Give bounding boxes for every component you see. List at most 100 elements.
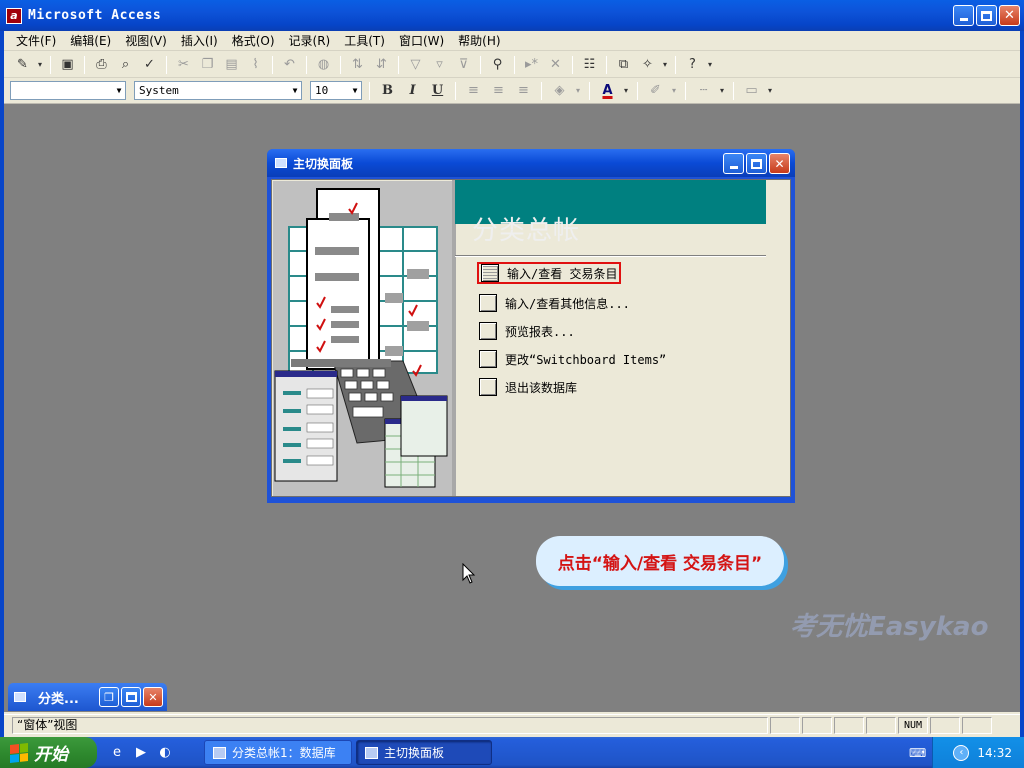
print-preview-icon[interactable]: ⌕	[115, 54, 136, 75]
taskbar-item-database[interactable]: 分类总帐1：数据库	[204, 740, 352, 765]
show-desktop-icon[interactable]: ◐	[156, 743, 174, 761]
help-dropdown-icon[interactable]: ▾	[706, 54, 714, 75]
bold-button[interactable]: B	[377, 80, 398, 101]
line-color-icon[interactable]: ✐	[645, 80, 666, 101]
object-combo[interactable]: ▼	[10, 81, 126, 100]
form-maximize-button[interactable]	[746, 153, 767, 174]
align-left-icon[interactable]: ≡	[463, 80, 484, 101]
align-center-icon[interactable]: ≡	[488, 80, 509, 101]
switchboard-item-button[interactable]	[479, 378, 497, 396]
keyboard-icon[interactable]: ⌨	[909, 746, 926, 760]
maximize-button[interactable]	[976, 5, 997, 26]
special-effect-dropdown-icon[interactable]: ▾	[766, 80, 774, 101]
print-icon[interactable]: ⎙	[91, 54, 112, 75]
instruction-callout-text: 点击“输入/查看 交易条目”	[557, 553, 763, 574]
sort-ascending-icon[interactable]: ⇅	[347, 54, 368, 75]
menu-insert[interactable]: 插入(I)	[181, 32, 218, 49]
chevron-down-icon: ▼	[116, 86, 122, 95]
font-size-combo[interactable]: 10 ▼	[310, 81, 362, 100]
toolbar-separator	[572, 55, 573, 74]
filter-by-form-icon[interactable]: ▿	[429, 54, 450, 75]
switchboard-item-button[interactable]	[479, 294, 497, 312]
watermark-logo: 考无忧Easykao	[790, 612, 989, 642]
minimize-button[interactable]	[953, 5, 974, 26]
menu-bar: 文件(F) 编辑(E) 视图(V) 插入(I) 格式(O) 记录(R) 工具(T…	[4, 31, 1020, 51]
menu-help[interactable]: 帮助(H)	[458, 32, 500, 49]
menu-format[interactable]: 格式(O)	[232, 32, 275, 49]
paste-icon[interactable]: ▤	[221, 54, 242, 75]
properties-icon[interactable]: ☷	[579, 54, 600, 75]
switchboard-item-button[interactable]	[479, 322, 497, 340]
filter-by-selection-icon[interactable]: ▽	[405, 54, 426, 75]
help-icon[interactable]: ?	[682, 54, 703, 75]
app-titlebar[interactable]: a Microsoft Access ✕	[0, 0, 1024, 31]
tray-expand-icon[interactable]: ‹	[953, 744, 970, 761]
switchboard-item-button[interactable]	[479, 350, 497, 368]
underline-button[interactable]: U	[427, 80, 448, 101]
switchboard-body: 分类总帐 输入/查看 交易条目 输入/查看其他信息... 预览报表... 更改“…	[271, 179, 791, 497]
app-title: Microsoft Access	[28, 8, 162, 23]
access-app-icon[interactable]: a	[6, 7, 22, 24]
line-width-icon[interactable]: ┄	[693, 80, 714, 101]
view-design-icon[interactable]: ✎	[12, 54, 33, 75]
new-object-dropdown-icon[interactable]: ▾	[661, 54, 669, 75]
database-window-icon[interactable]: ⧉	[613, 54, 634, 75]
font-color-icon[interactable]: A	[597, 80, 618, 101]
start-button[interactable]: 开始	[0, 737, 97, 768]
menu-edit[interactable]: 编辑(E)	[70, 32, 111, 49]
switchboard-item-other-info[interactable]: 输入/查看其他信息...	[477, 292, 632, 314]
save-icon[interactable]: ▣	[57, 54, 78, 75]
new-object-icon[interactable]: ✧	[637, 54, 658, 75]
cut-icon[interactable]: ✂	[173, 54, 194, 75]
format-painter-icon[interactable]: ⌇	[245, 54, 266, 75]
switchboard-item-button[interactable]	[481, 264, 499, 282]
fill-color-icon[interactable]: ◈	[549, 80, 570, 101]
new-record-icon[interactable]: ▸*	[521, 54, 542, 75]
status-indicator	[930, 717, 960, 734]
align-right-icon[interactable]: ≡	[513, 80, 534, 101]
form-minimize-button[interactable]	[723, 153, 744, 174]
toolbar-separator	[606, 55, 607, 74]
minimized-database-window[interactable]: 分类... ❐ ✕	[8, 683, 167, 711]
form-close-button[interactable]: ✕	[769, 153, 790, 174]
spelling-icon[interactable]: ✓	[139, 54, 160, 75]
taskbar-item-switchboard[interactable]: 主切换面板	[356, 740, 492, 765]
switchboard-item-preview-reports[interactable]: 预览报表...	[477, 320, 577, 342]
switchboard-item-exit-database[interactable]: 退出该数据库	[477, 376, 579, 398]
internet-explorer-icon[interactable]: e	[108, 743, 126, 761]
maximize-button[interactable]	[121, 687, 141, 707]
special-effect-icon[interactable]: ▭	[741, 80, 762, 101]
line-color-dropdown-icon[interactable]: ▾	[670, 80, 678, 101]
toolbar-separator	[84, 55, 85, 74]
media-player-icon[interactable]: ▶	[132, 743, 150, 761]
toolbar-separator	[480, 55, 481, 74]
menu-file[interactable]: 文件(F)	[16, 32, 56, 49]
minimized-window-label: 分类...	[38, 691, 79, 707]
close-button[interactable]: ✕	[143, 687, 163, 707]
num-lock-indicator: NUM	[898, 717, 928, 734]
menu-window[interactable]: 窗口(W)	[399, 32, 444, 49]
font-color-dropdown-icon[interactable]: ▾	[622, 80, 630, 101]
restore-button[interactable]: ❐	[99, 687, 119, 707]
menu-view[interactable]: 视图(V)	[125, 32, 167, 49]
hyperlink-icon[interactable]: ◍	[313, 54, 334, 75]
switchboard-titlebar[interactable]: 主切换面板 ✕	[267, 149, 795, 177]
switchboard-item-change-items[interactable]: 更改“Switchboard Items”	[477, 348, 668, 370]
close-button[interactable]: ✕	[999, 5, 1020, 26]
italic-button[interactable]: I	[402, 80, 423, 101]
menu-records[interactable]: 记录(R)	[289, 32, 331, 49]
view-dropdown-arrow-icon[interactable]: ▾	[36, 54, 44, 75]
delete-record-icon[interactable]: ✕	[545, 54, 566, 75]
maximize-icon	[125, 692, 137, 702]
undo-icon[interactable]: ↶	[279, 54, 300, 75]
copy-icon[interactable]: ❐	[197, 54, 218, 75]
find-icon[interactable]: ⚲	[487, 54, 508, 75]
menu-tools[interactable]: 工具(T)	[344, 32, 385, 49]
font-size-value: 10	[315, 84, 329, 97]
font-name-combo[interactable]: System ▼	[134, 81, 302, 100]
apply-filter-icon[interactable]: ⊽	[453, 54, 474, 75]
fill-color-dropdown-icon[interactable]: ▾	[574, 80, 582, 101]
sort-descending-icon[interactable]: ⇵	[371, 54, 392, 75]
line-width-dropdown-icon[interactable]: ▾	[718, 80, 726, 101]
switchboard-item-enter-transactions[interactable]: 输入/查看 交易条目	[477, 262, 622, 284]
